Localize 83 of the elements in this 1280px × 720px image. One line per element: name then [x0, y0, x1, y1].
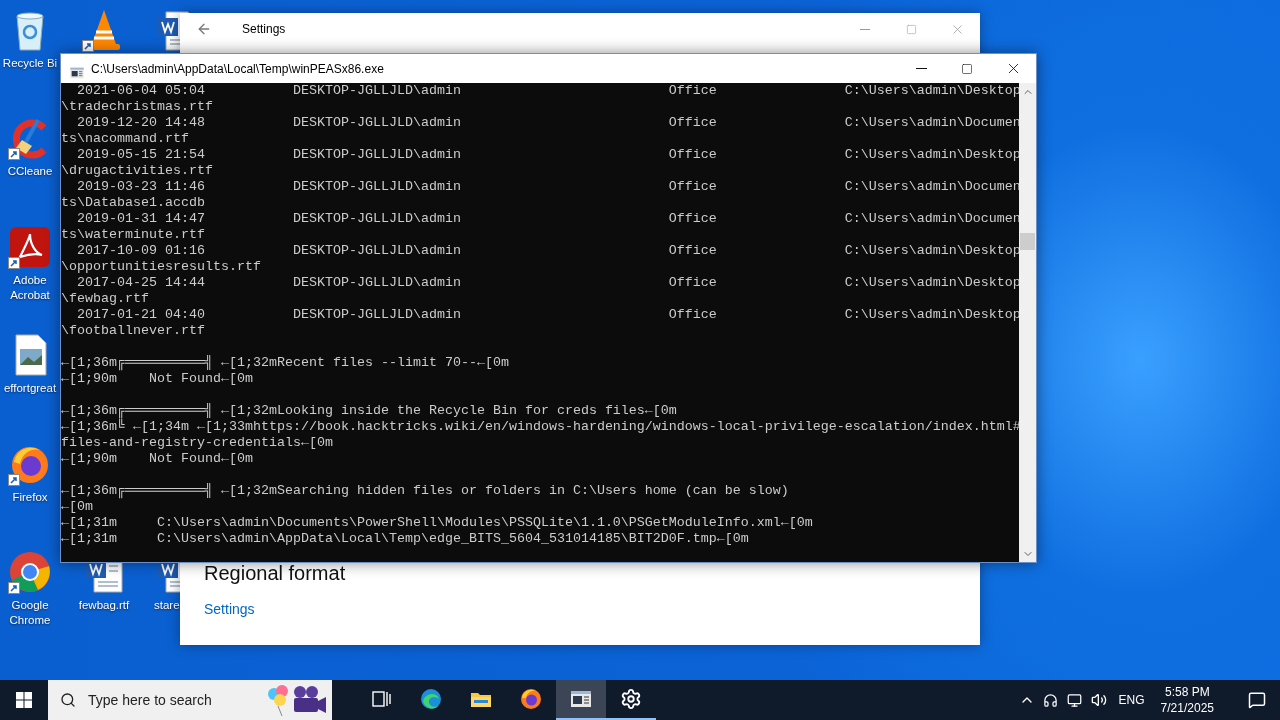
windows-logo-icon: [16, 692, 32, 708]
desktop-icon-label[interactable]: Firefox: [12, 489, 48, 505]
clock-date[interactable]: 7/21/2025: [1160, 700, 1214, 716]
console-line: ←[1;90m Not Found←[0m: [61, 451, 253, 467]
maximize-icon: [961, 62, 973, 75]
search-icon: [60, 692, 76, 708]
path-text: C:\Users\admin\Desktop: [844, 147, 1020, 163]
scroll-thumb[interactable]: [1020, 233, 1035, 250]
pdf-icon: [8, 224, 52, 269]
console-line: ←[0m: [61, 499, 93, 515]
fox-globe-icon: [519, 687, 543, 711]
program-text: Office: [668, 243, 717, 259]
taskbar-app-button[interactable]: [556, 680, 606, 720]
window-title: C:\Users\admin\AppData\Local\Temp\winPEASx86.exe: [91, 61, 385, 76]
desktop-icon-label[interactable]: Recycle Bi: [2, 56, 58, 71]
owner-text: DESKTOP-JGLLJLD\admin: [292, 211, 461, 227]
notifications-icon: [1248, 691, 1266, 709]
program-text: Office: [668, 211, 717, 227]
owner-text: DESKTOP-JGLLJLD\admin: [292, 243, 461, 259]
path-text: C:\Users\admin\Documen: [844, 179, 1020, 195]
volume-icon: [1090, 692, 1107, 708]
program-text: Office: [668, 115, 717, 131]
path-text: \footballnever.rtf: [61, 323, 205, 339]
console-line: ←[1;36m╔══════════╣ ←[1;32mSearching hidden files or folders in C:\Users home (can be slow): [61, 483, 789, 499]
path-text: C:\Users\admin\Desktop: [844, 243, 1020, 259]
path-text: \opportunitiesresults.rtf: [61, 259, 261, 275]
path-text: C:\Users\admin\Desktop: [844, 83, 1020, 99]
desktop-icon-label[interactable]: Adobe Acrobat: [2, 272, 58, 303]
monitor-icon: [1067, 692, 1083, 708]
path-text: ts\Database1.accdb: [61, 195, 205, 211]
owner-text: DESKTOP-JGLLJLD\admin: [292, 147, 461, 163]
console-line: ←[1;36m╔══════════╣ ←[1;32mLooking inside the Recycle Bin for creds files←[0m: [61, 403, 677, 419]
clock-time[interactable]: 5:58 PM: [1164, 684, 1210, 700]
window-title: Settings: [242, 22, 287, 36]
program-text: Office: [668, 179, 717, 195]
owner-text: DESKTOP-JGLLJLD\admin: [292, 307, 461, 323]
settings-link[interactable]: Settings: [204, 601, 255, 617]
chrome-icon: [8, 549, 52, 594]
console-line: ←[1;36m╔══════════╣ ←[1;32mRecent files --limit 70--←[0m: [61, 355, 509, 371]
minimize-icon: [860, 28, 870, 30]
owner-text: DESKTOP-JGLLJLD\admin: [292, 275, 461, 291]
path-text: ts\waterminute.rtf: [61, 227, 205, 243]
owner-text: DESKTOP-JGLLJLD\admin: [292, 83, 461, 99]
console-line: ←[1;31m C:\Users\admin\AppData\Local\Temp\edge_BITS_5604_531014185\BIT2D0F.tmp←[0m: [61, 531, 749, 547]
date-text: 2019-05-15 21:54: [76, 147, 205, 163]
path-text: \fewbag.rtf: [61, 291, 149, 307]
path-text: \tradechristmas.rtf: [61, 99, 213, 115]
console-line: files-and-registry-credentials←[0m: [61, 435, 333, 451]
search-bar[interactable]: Type here to search: [48, 680, 260, 720]
owner-text: DESKTOP-JGLLJLD\admin: [292, 179, 461, 195]
maximize-icon: [905, 23, 917, 35]
path-text: C:\Users\admin\Desktop: [844, 307, 1020, 323]
date-text: 2019-03-23 11:46: [76, 179, 205, 195]
owner-text: DESKTOP-JGLLJLD\admin: [292, 115, 461, 131]
desktop-icon-label[interactable]: Google Chrome: [2, 597, 58, 628]
console-line: ←[1;31m C:\Users\admin\Documents\PowerShell\Modules\PSSQLite\1.1.0\PSGetModuleInfo.xml←[0m: [61, 515, 813, 531]
section-heading: Regional format: [204, 562, 346, 585]
path-text: \drugactivities.rtf: [61, 163, 213, 179]
program-text: Office: [668, 307, 717, 323]
date-text: 2019-01-31 14:47: [76, 211, 205, 227]
minimize-icon: [915, 68, 927, 69]
settings-icon: [620, 688, 642, 710]
desktop-icon-label[interactable]: CCleane: [7, 164, 53, 180]
path-text: C:\Users\admin\Documen: [844, 115, 1020, 131]
console-line: ←[1;90m Not Found←[0m: [61, 371, 253, 387]
path-text: C:\Users\admin\Documen: [844, 211, 1020, 227]
path-text: C:\Users\admin\Desktop: [844, 275, 1020, 291]
date-text: 2017-01-21 04:40: [76, 307, 205, 323]
date-text: 2017-04-25 14:44: [76, 275, 205, 291]
date-text: 2019-12-20 14:48: [76, 115, 205, 131]
headset-icon: [1043, 692, 1059, 708]
desktop-icon-label[interactable]: effortgreat: [3, 381, 57, 397]
date-text: 2017-10-09 01:16: [76, 243, 205, 259]
program-text: Office: [668, 83, 717, 99]
language-indicator[interactable]: ENG: [1118, 693, 1145, 707]
edge-icon: [419, 687, 443, 711]
path-text: ts\nacommand.rtf: [61, 131, 189, 147]
program-text: Office: [668, 147, 717, 163]
date-text: 2021-06-04 05:04: [76, 83, 205, 99]
program-text: Office: [668, 275, 717, 291]
search-input[interactable]: Type here to search: [88, 692, 238, 708]
desktop-icon-label[interactable]: fewbag.rtf: [78, 598, 130, 613]
desktop-icon-label[interactable]: stare: [154, 598, 180, 613]
